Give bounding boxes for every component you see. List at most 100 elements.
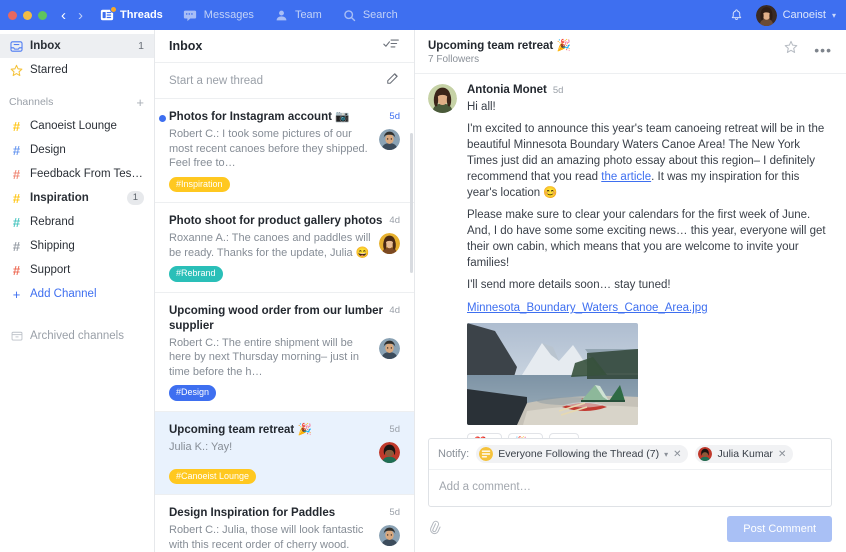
bell-icon[interactable] — [730, 8, 744, 23]
hash-icon: # — [9, 168, 24, 181]
sidebar-item-rebrand[interactable]: #Rebrand — [0, 210, 154, 234]
archive-icon — [9, 330, 24, 342]
lake-camp-photo[interactable] — [467, 323, 638, 425]
thread-item-title: Upcoming team retreat 🎉 — [169, 423, 389, 438]
sidebar-item-shipping[interactable]: #Shipping — [0, 234, 154, 258]
add-channel-plus-icon[interactable]: + — [136, 96, 144, 109]
article-link[interactable]: the article — [601, 171, 651, 183]
message-time: 5d — [553, 85, 564, 96]
nav-item-threads[interactable]: Threads — [99, 8, 163, 23]
sidebar-item-canoeist-lounge[interactable]: #Canoeist Lounge — [0, 114, 154, 138]
thread-item-top: Upcoming wood order from our lumber supp… — [169, 304, 400, 334]
sidebar-item-inspiration[interactable]: #Inspiration1 — [0, 186, 154, 210]
sidebar-item-support[interactable]: #Support — [0, 258, 154, 282]
post-comment-button[interactable]: Post Comment — [727, 516, 832, 542]
sidebar-item-inbox[interactable]: Inbox 1 — [0, 34, 154, 58]
thread-detail-heading: Upcoming team retreat 🎉 7 Followers — [428, 38, 784, 65]
sidebar-item-add-channel[interactable]: + Add Channel — [0, 282, 154, 306]
thread-item-tag[interactable]: #Canoeist Lounge — [169, 469, 256, 485]
thread-item-title: Upcoming wood order from our lumber supp… — [169, 304, 389, 334]
thread-item-time: 4d — [389, 215, 400, 226]
close-icon[interactable]: ✕ — [673, 449, 681, 460]
thread-item-tag[interactable]: #Design — [169, 385, 216, 401]
threads-badge — [110, 6, 117, 13]
messages-icon — [183, 8, 198, 23]
window-traffic-lights — [8, 11, 47, 20]
star-icon — [9, 64, 24, 77]
minimize-window-button[interactable] — [23, 11, 32, 20]
back-arrow-icon[interactable]: ‹ — [61, 8, 66, 23]
app-body: Inbox 1 Starred Channels + #Canoeist Lou… — [0, 30, 846, 552]
nav-item-team[interactable]: Team — [274, 8, 322, 23]
avatar — [698, 447, 712, 461]
sidebar-item-starred[interactable]: Starred — [0, 58, 154, 82]
thread-item-top: Design Inspiration for Paddles5d — [169, 506, 400, 521]
thread-item-top: Photos for Instagram account 📷5d — [169, 110, 400, 125]
close-icon[interactable]: ✕ — [778, 449, 786, 460]
thread-item-title: Photos for Instagram account 📷 — [169, 110, 389, 125]
nav-item-messages[interactable]: Messages — [183, 8, 254, 23]
maximize-window-button[interactable] — [38, 11, 47, 20]
unread-indicator — [159, 115, 166, 122]
nav-label-threads: Threads — [120, 9, 163, 21]
chevron-down-icon[interactable]: ▾ — [664, 450, 668, 459]
avatar — [428, 84, 457, 113]
thread-item-snippet: Robert C.: I took some pictures of our m… — [169, 127, 379, 171]
conversation-scroll[interactable]: Antonia Monet 5d Hi all! I'm excited to … — [415, 74, 846, 438]
thread-item-snippet: Robert C.: The entire shipment will be h… — [169, 336, 379, 380]
sidebar-item-label: Design — [30, 144, 144, 156]
message-paragraph: I'll send more details soon… stay tuned! — [467, 277, 832, 293]
hash-icon: # — [9, 264, 24, 277]
nav-label-team: Team — [295, 9, 322, 21]
hash-icon: # — [9, 120, 24, 133]
thread-list-item[interactable]: Photo shoot for product gallery photos4d… — [155, 203, 414, 293]
sort-checkmark-icon[interactable] — [383, 36, 400, 56]
star-outline-icon[interactable] — [784, 40, 798, 59]
close-window-button[interactable] — [8, 11, 17, 20]
thread-item-tag[interactable]: #Inspiration — [169, 177, 230, 193]
avatar — [379, 233, 400, 254]
sidebar-item-label: Archived channels — [30, 330, 144, 342]
thread-list-item[interactable]: Upcoming wood order from our lumber supp… — [155, 293, 414, 412]
notify-chip-everyone[interactable]: Everyone Following the Thread (7) ▾ ✕ — [476, 445, 688, 463]
thread-item-tag[interactable]: #Rebrand — [169, 266, 223, 282]
message-author: Antonia Monet — [467, 84, 547, 96]
thread-list-item[interactable]: Upcoming team retreat 🎉5dJulia K.: Yay!#… — [155, 412, 414, 496]
thread-item-body: Roxanne A.: The canoes and paddles will … — [169, 231, 400, 260]
page-title: Upcoming team retreat 🎉 — [428, 38, 784, 52]
user-menu[interactable]: Canoeist ▾ — [756, 5, 836, 26]
thread-item-title: Photo shoot for product gallery photos — [169, 214, 389, 229]
hash-icon: # — [9, 192, 24, 205]
thread-list-item[interactable]: Photos for Instagram account 📷5d Robert C… — [155, 99, 414, 203]
start-new-thread-label: Start a new thread — [169, 75, 386, 87]
sidebar-item-archived-channels[interactable]: Archived channels — [0, 324, 154, 348]
sidebar-item-label: Feedback From Testers — [30, 168, 144, 180]
sidebar-item-feedback-from-testers[interactable]: # Feedback From Testers — [0, 162, 154, 186]
message-paragraph: Hi all! — [467, 99, 832, 115]
thread-list-item[interactable]: Design Inspiration for Paddles5dRobert C… — [155, 495, 414, 552]
avatar — [756, 5, 777, 26]
thread-item-time: 5d — [389, 424, 400, 435]
comment-input[interactable]: Add a comment… — [429, 470, 831, 506]
attachment-file-link[interactable]: Minnesota_Boundary_Waters_Canoe_Area.jpg — [467, 302, 708, 314]
thread-list-scrollbar[interactable] — [410, 133, 413, 273]
message: Antonia Monet 5d Hi all! I'm excited to … — [428, 84, 832, 438]
thread-detail-actions: ••• — [784, 38, 832, 59]
thread-item-snippet: Roxanne A.: The canoes and paddles will … — [169, 231, 379, 260]
followers-count: 7 Followers — [428, 54, 784, 65]
forward-arrow-icon[interactable]: › — [78, 8, 83, 23]
paperclip-icon[interactable] — [425, 518, 443, 539]
notify-chip-julia[interactable]: Julia Kumar ✕ — [695, 445, 793, 463]
thread-list-scroll[interactable]: Photos for Instagram account 📷5dRobert C… — [155, 99, 414, 552]
compose-icon[interactable] — [386, 71, 400, 90]
more-dots-icon[interactable]: ••• — [814, 46, 832, 54]
sidebar-item-label: Inspiration — [30, 192, 127, 204]
top-bar: ‹ › Threads Messages Team — [0, 0, 846, 30]
nav-item-search[interactable]: Search — [342, 8, 398, 23]
start-new-thread-row[interactable]: Start a new thread — [155, 63, 414, 99]
composer-footer: Post Comment — [428, 516, 832, 542]
thread-list-panel: Inbox Start a new thread Photos for Inst… — [155, 30, 415, 552]
notify-label: Notify: — [438, 448, 469, 460]
thread-item-time: 5d — [389, 507, 400, 518]
sidebar-item-design[interactable]: #Design — [0, 138, 154, 162]
